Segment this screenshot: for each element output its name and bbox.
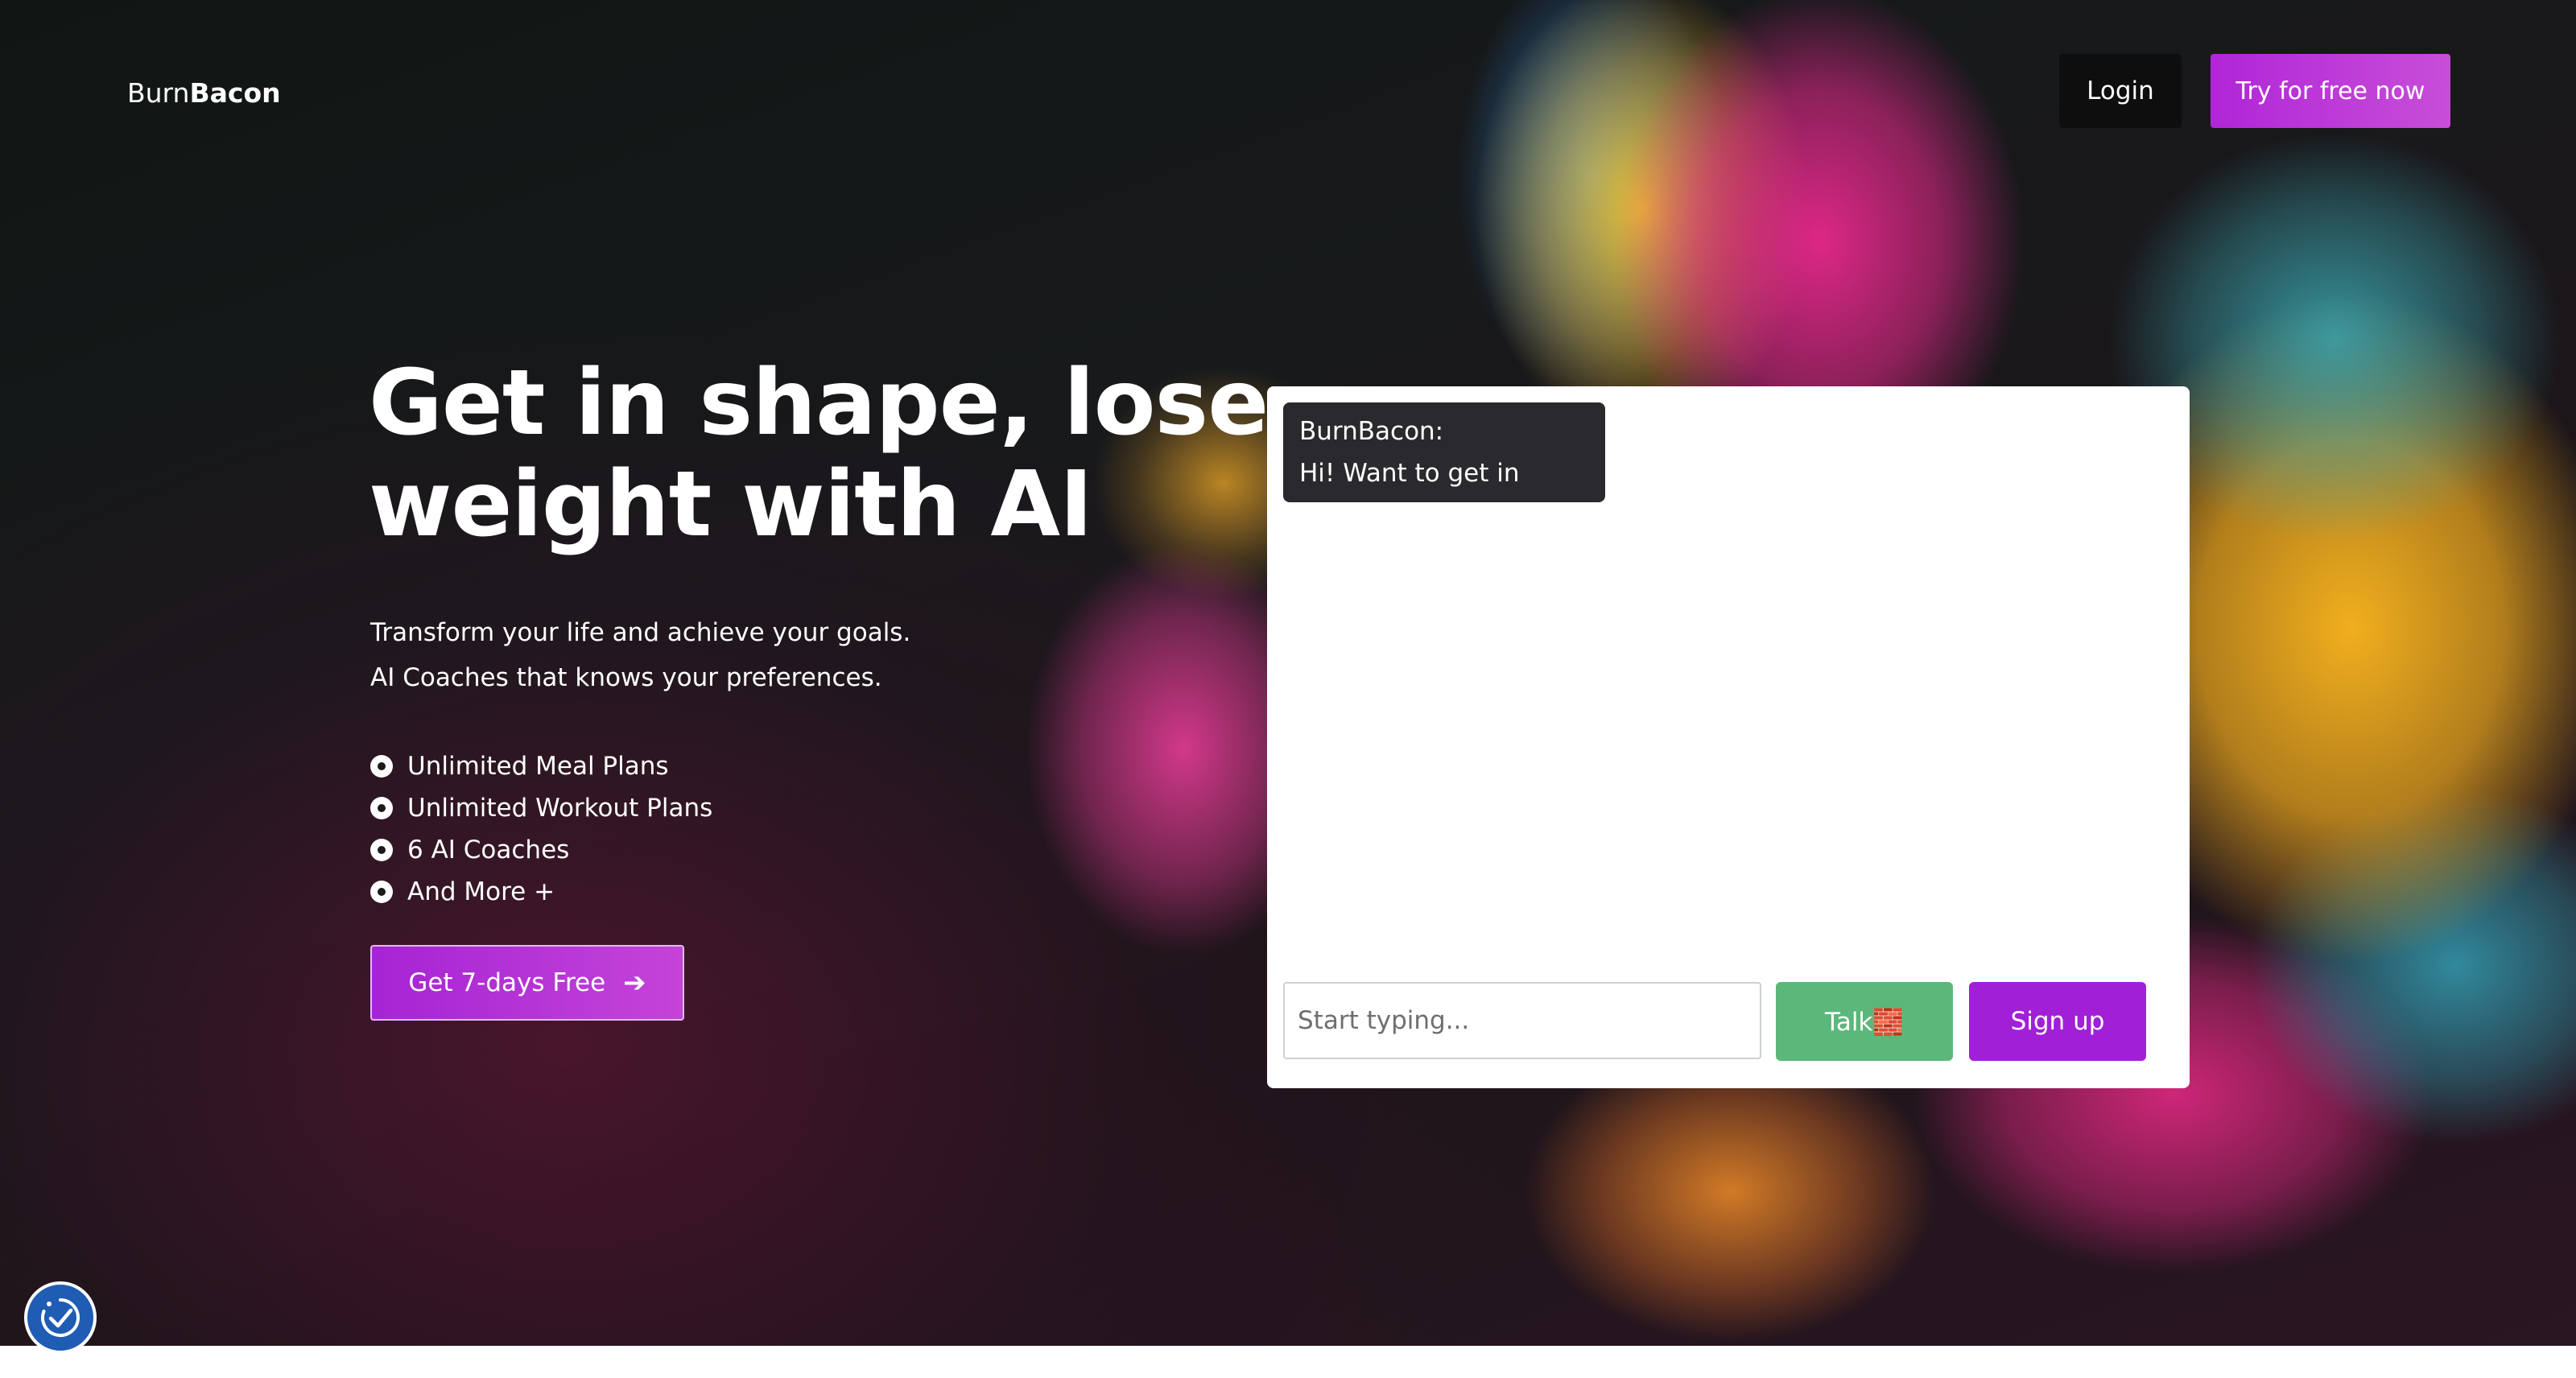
feature-list: Unlimited Meal Plans Unlimited Workout P… bbox=[370, 745, 712, 913]
hero-subtitle-line: Transform your life and achieve your goa… bbox=[370, 618, 911, 647]
feature-item: And More + bbox=[370, 871, 712, 913]
brand-suffix: Bacon bbox=[189, 77, 281, 109]
hero-background: BurnBacon Login Try for free now Get in … bbox=[0, 0, 2576, 1346]
radio-bullet-icon bbox=[370, 839, 393, 861]
hero-subtitle: Transform your life and achieve your goa… bbox=[370, 610, 910, 700]
login-button[interactable]: Login bbox=[2059, 54, 2182, 128]
hero-headline: Get in shape, lose weight with AI bbox=[369, 351, 1269, 557]
brand-prefix: Burn bbox=[127, 77, 190, 109]
chat-widget: BurnBacon: Hi! Want to get in shape? Tal… bbox=[1267, 386, 2190, 1088]
radio-bullet-icon bbox=[370, 797, 393, 819]
radio-bullet-icon bbox=[370, 881, 393, 903]
accessibility-check-icon[interactable] bbox=[24, 1281, 97, 1354]
feature-label: And More + bbox=[407, 877, 555, 906]
feature-item: Unlimited Meal Plans bbox=[370, 745, 712, 787]
chat-message-bubble: BurnBacon: Hi! Want to get in shape? bbox=[1283, 402, 1605, 530]
chat-input[interactable] bbox=[1283, 982, 1761, 1059]
cta-label: Get 7-days Free bbox=[408, 968, 606, 997]
feature-item: Unlimited Workout Plans bbox=[370, 787, 712, 829]
get-free-trial-button[interactable]: Get 7-days Free ➔ bbox=[370, 945, 684, 1021]
chat-message-sender: BurnBacon: bbox=[1299, 417, 1444, 446]
talk-button[interactable]: Talk🧱 bbox=[1776, 982, 1953, 1061]
chat-message-text: Hi! Want to get in shape? bbox=[1299, 459, 1520, 530]
arrow-right-icon: ➔ bbox=[623, 967, 646, 999]
feature-label: Unlimited Meal Plans bbox=[407, 752, 669, 781]
sign-up-button[interactable]: Sign up bbox=[1969, 982, 2146, 1061]
brand-logo[interactable]: BurnBacon bbox=[127, 77, 281, 109]
try-free-button[interactable]: Try for free now bbox=[2211, 54, 2450, 128]
feature-label: Unlimited Workout Plans bbox=[407, 794, 713, 823]
feature-label: 6 AI Coaches bbox=[407, 835, 570, 864]
feature-item: 6 AI Coaches bbox=[370, 829, 712, 871]
radio-bullet-icon bbox=[370, 755, 393, 778]
hero-subtitle-line: AI Coaches that knows your preferences. bbox=[370, 663, 882, 692]
